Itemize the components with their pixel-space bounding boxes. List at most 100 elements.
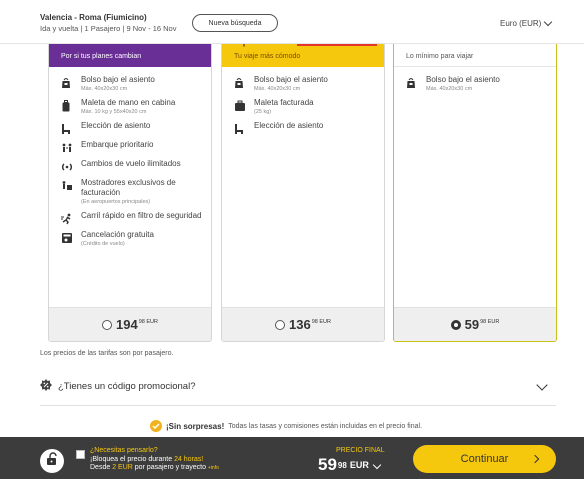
lock-price-checkbox[interactable] [76,450,85,459]
feature-label: Bolso bajo el asiento [81,75,155,84]
seat-icon [234,122,248,134]
per-passenger-note: Los precios de las tarifas son por pasaj… [40,350,174,357]
promo-code-toggle[interactable]: ¿Tienes un código promocional? [40,368,556,406]
fare-price: 136 [289,317,311,332]
feature-item: Maleta facturada (25 kg) [222,98,384,115]
promo-label: ¿Tienes un código promocional? [58,381,196,392]
feature-item: Bolso bajo el asiento Máx. 40x20x30 cm [49,75,211,92]
no-surprises-desc: Todas las tasas y comisiones están inclu… [228,422,423,430]
final-price-dec: 98 [337,461,347,470]
chevron-down-icon [372,460,382,470]
feature-item: Mostradores exclusivos de facturación (En… [49,178,211,205]
checkout-footer: ¿Necesitas pensarlo? ¡Bloquea el precio … [0,437,584,479]
check-in-desk-icon [61,179,75,191]
lock-offer-duration: 24 horas! [174,456,204,463]
feature-note: (Crédito de vuelo) [81,241,125,247]
fare-card-optima[interactable]: Optima Tu viaje más cómodo Bolso bajo el… [221,30,385,342]
feature-item: Carril rápido en filtro de seguridad [49,211,211,225]
fare-card-timeflex[interactable]: TimeFlex Por si tus planes cambian Bolso… [48,30,212,342]
feature-note: Máx. 10 kg y 55x40x20 cm [81,109,147,115]
fare-features: Bolso bajo el asiento Máx. 40x20x30 cm Ma… [49,75,211,253]
fare-radio[interactable] [275,319,286,330]
continue-button[interactable]: Continuar [413,445,556,473]
fare-price-decimals: 98 EUR [480,319,500,325]
feature-label: Embarque prioritario [81,140,154,149]
feature-note: (25 kg) [254,109,272,115]
fast-track-icon [61,212,75,225]
feature-label: Maleta de mano en cabina [81,98,176,107]
fare-price-decimals: 98 EUR [311,319,331,325]
fare-price: 194 [116,317,138,332]
fare-price-selector[interactable]: 194 98 EUR [49,307,211,341]
fare-price-selector[interactable]: 59 98 EUR [394,307,556,341]
lock-question: ¿Necesitas pensarlo? [90,447,158,454]
chevron-down-icon [536,379,548,391]
feature-note: (En aeropuertos principales) [81,199,151,205]
fare-price-decimals: 98 EUR [138,319,158,325]
feature-label: Mostradores exclusivos de facturación [81,178,176,197]
final-price-toggle[interactable]: 59 98 EUR [318,455,382,475]
lock-offer-text: ¡Bloquea el precio durante [90,456,175,463]
feature-label: Cancelación gratuita [81,230,154,239]
lock-price-button[interactable] [40,449,64,473]
cabin-bag-icon [61,99,75,112]
chevron-down-icon [544,17,553,27]
feature-item: Bolso bajo el asiento Máx. 40x20x30 cm [394,75,556,92]
feature-item: Elección de asiento [49,121,211,134]
continue-label: Continuar [460,453,509,465]
fare-radio-selected[interactable] [450,319,461,330]
personal-bag-icon [61,76,75,88]
currency-selector[interactable]: Euro (EUR) [500,17,553,28]
feature-note: Máx. 40x20x30 cm [81,86,128,92]
no-surprises-title: ¡Sin sorpresas! [166,421,225,431]
feature-item: Embarque prioritario [49,140,211,153]
feature-label: Elección de asiento [254,121,324,130]
checked-bag-icon [234,99,248,111]
feature-label: Bolso bajo el asiento [254,75,328,84]
feature-item: Maleta de mano en cabina Máx. 10 kg y 55x… [49,98,211,115]
lock-offer: ¡Bloquea el precio durante 24 horas! [90,456,203,463]
promo-badge-icon [40,378,52,396]
chevron-right-icon [530,454,540,464]
fare-price: 59 [464,317,480,332]
header-bar: Valencia - Roma (Fiumicino) Ida y vuelta… [0,0,584,44]
check-icon [150,420,162,432]
feature-label: Maleta facturada [254,98,314,107]
lock-price-info: Desde 2 EUR por pasajero y trayecto +inf… [90,464,219,471]
lock-icon [45,451,59,471]
feature-label: Cambios de vuelo ilimitados [81,159,181,168]
new-search-button[interactable]: Nueva búsqueda [192,14,278,32]
feature-item: Cancelación gratuita (Crédito de vuelo) [49,230,211,247]
fare-subtitle: Tu viaje más cómodo [234,53,301,60]
feature-note: Máx. 40x20x30 cm [254,86,301,92]
final-price-currency: EUR [349,460,369,470]
currency-label: Euro (EUR) [500,19,542,28]
fare-radio[interactable] [102,319,113,330]
fare-subtitle: Por si tus planes cambian [61,53,142,60]
lock-price-text: por pasajero y trayecto [132,464,208,471]
flight-change-icon [61,160,75,172]
feature-label: Bolso bajo el asiento [426,75,500,84]
fare-price-selector[interactable]: 136 98 EUR [222,307,384,341]
feature-item: Cambios de vuelo ilimitados [49,159,211,172]
cancellation-icon [61,231,75,243]
seat-icon [61,122,75,134]
fare-subtitle: Lo mínimo para viajar [406,53,474,60]
more-info-link[interactable]: +info [208,465,219,471]
personal-bag-icon [406,76,420,88]
fare-features: Bolso bajo el asiento Máx. 40x20x30 cm Ma… [222,75,384,140]
priority-boarding-icon [61,141,75,153]
personal-bag-icon [234,76,248,88]
no-surprises-banner: ¡Sin sorpresas! Todas las tasas y comisi… [150,420,422,432]
feature-label: Elección de asiento [81,121,151,130]
lock-price-amount: 2 EUR [112,464,133,471]
feature-item: Bolso bajo el asiento Máx. 40x20x30 cm [222,75,384,92]
fare-card-basic[interactable]: Basic Lo mínimo para viajar Bolso bajo e… [393,30,557,342]
lock-price-text: Desde [90,464,113,471]
feature-label: Carril rápido en filtro de seguridad [81,211,202,220]
route-title: Valencia - Roma (Fiumicino) [40,13,147,22]
feature-item: Elección de asiento [222,121,384,134]
final-price-int: 59 [318,455,337,474]
trip-details: Ida y vuelta | 1 Pasajero | 9 Nov - 16 N… [40,24,177,33]
feature-note: Máx. 40x20x30 cm [426,86,473,92]
